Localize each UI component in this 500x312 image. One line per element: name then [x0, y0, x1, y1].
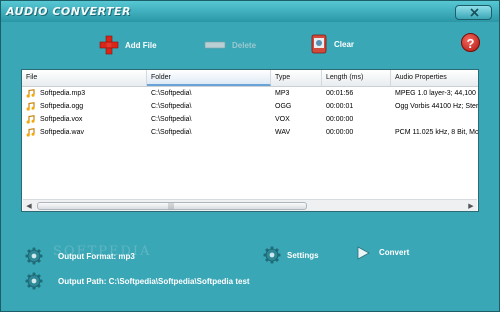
clear-button[interactable]: Clear: [310, 34, 354, 54]
file-name: Softpedia.mp3: [40, 90, 86, 97]
audio-converter-window: AUDIO CONVERTER Add File Delete Clear ?: [0, 0, 500, 312]
folder-cell: C:\Softpedia\: [151, 103, 192, 110]
scroll-right-arrow-icon[interactable]: ▶: [465, 200, 477, 211]
folder-cell: C:\Softpedia\: [151, 116, 192, 123]
settings-button[interactable]: Settings: [263, 246, 333, 266]
type-cell: MP3: [275, 90, 290, 97]
help-button[interactable]: ?: [461, 33, 480, 52]
type-cell: WAV: [275, 129, 291, 136]
music-note-icon: [26, 115, 35, 124]
column-header-folder[interactable]: Folder: [147, 70, 271, 86]
delete-label: Delete: [232, 40, 257, 50]
table-row[interactable]: Softpedia.wav C:\Softpedia\ WAV 00:00:00…: [22, 126, 478, 139]
music-note-icon: [26, 89, 35, 98]
properties-cell: Ogg Vorbis 44100 Hz; Ster: [395, 103, 478, 110]
gear-icon: [25, 272, 43, 290]
table-row[interactable]: Softpedia.vox C:\Softpedia\ VOX 00:00:00: [22, 113, 478, 126]
play-arrow-icon: [357, 246, 370, 260]
convert-label: Convert: [379, 248, 410, 257]
properties-cell: MPEG 1.0 layer-3; 44,100: [395, 90, 476, 97]
clear-label: Clear: [334, 39, 355, 49]
help-icon: ?: [466, 36, 475, 51]
clear-icon: [311, 34, 327, 54]
scroll-left-arrow-icon[interactable]: ◀: [23, 200, 35, 211]
convert-button[interactable]: Convert: [356, 244, 426, 264]
delete-button[interactable]: Delete: [204, 35, 256, 55]
scrollbar-thumb[interactable]: |||: [37, 202, 307, 210]
gear-icon: [25, 247, 43, 265]
gear-icon: [263, 246, 281, 264]
music-note-icon: [26, 102, 35, 111]
length-cell: 00:01:56: [326, 90, 354, 97]
music-note-icon: [26, 128, 35, 137]
properties-cell: PCM 11.025 kHz, 8 Bit, Mon: [395, 129, 478, 136]
close-icon: [470, 8, 479, 17]
folder-cell: C:\Softpedia\: [151, 90, 192, 97]
file-name: Softpedia.wav: [40, 129, 84, 136]
length-cell: 00:00:00: [326, 129, 354, 136]
title-bar: AUDIO CONVERTER: [1, 1, 499, 22]
list-header: File Folder Type Length (ms) Audio Prope…: [22, 70, 478, 87]
add-file-label: Add File: [125, 40, 157, 50]
type-cell: OGG: [275, 103, 292, 110]
output-path-label: Output Path: C:\Softpedia\Softpedia\Soft…: [58, 277, 250, 286]
window-title: AUDIO CONVERTER: [6, 5, 131, 18]
column-header-audio-properties[interactable]: Audio Properties: [391, 70, 478, 86]
table-row[interactable]: Softpedia.mp3 C:\Softpedia\ MP3 00:01:56…: [22, 87, 478, 100]
output-format-button[interactable]: Output Format: mp3: [25, 247, 145, 267]
column-header-length[interactable]: Length (ms): [322, 70, 391, 86]
output-path-button[interactable]: Output Path: C:\Softpedia\Softpedia\Soft…: [25, 272, 275, 292]
horizontal-scrollbar[interactable]: ◀ ||| ▶: [23, 199, 477, 211]
output-format-label: Output Format: mp3: [58, 252, 135, 261]
add-file-button[interactable]: Add File: [99, 35, 157, 55]
column-header-type[interactable]: Type: [271, 70, 322, 86]
length-cell: 00:00:01: [326, 103, 354, 110]
column-header-file[interactable]: File: [22, 70, 147, 86]
file-name: Softpedia.vox: [40, 116, 83, 123]
file-list[interactable]: File Folder Type Length (ms) Audio Prope…: [21, 69, 479, 212]
file-name: Softpedia.ogg: [40, 103, 84, 110]
settings-label: Settings: [287, 251, 319, 260]
type-cell: VOX: [275, 116, 290, 123]
folder-cell: C:\Softpedia\: [151, 129, 192, 136]
table-row[interactable]: Softpedia.ogg C:\Softpedia\ OGG 00:00:01…: [22, 100, 478, 113]
length-cell: 00:00:00: [326, 116, 354, 123]
plus-icon: [99, 35, 119, 55]
close-button[interactable]: [455, 5, 492, 20]
properties-cell: [395, 113, 478, 126]
minus-icon: [204, 41, 226, 49]
grip-icon: |||: [168, 203, 175, 210]
